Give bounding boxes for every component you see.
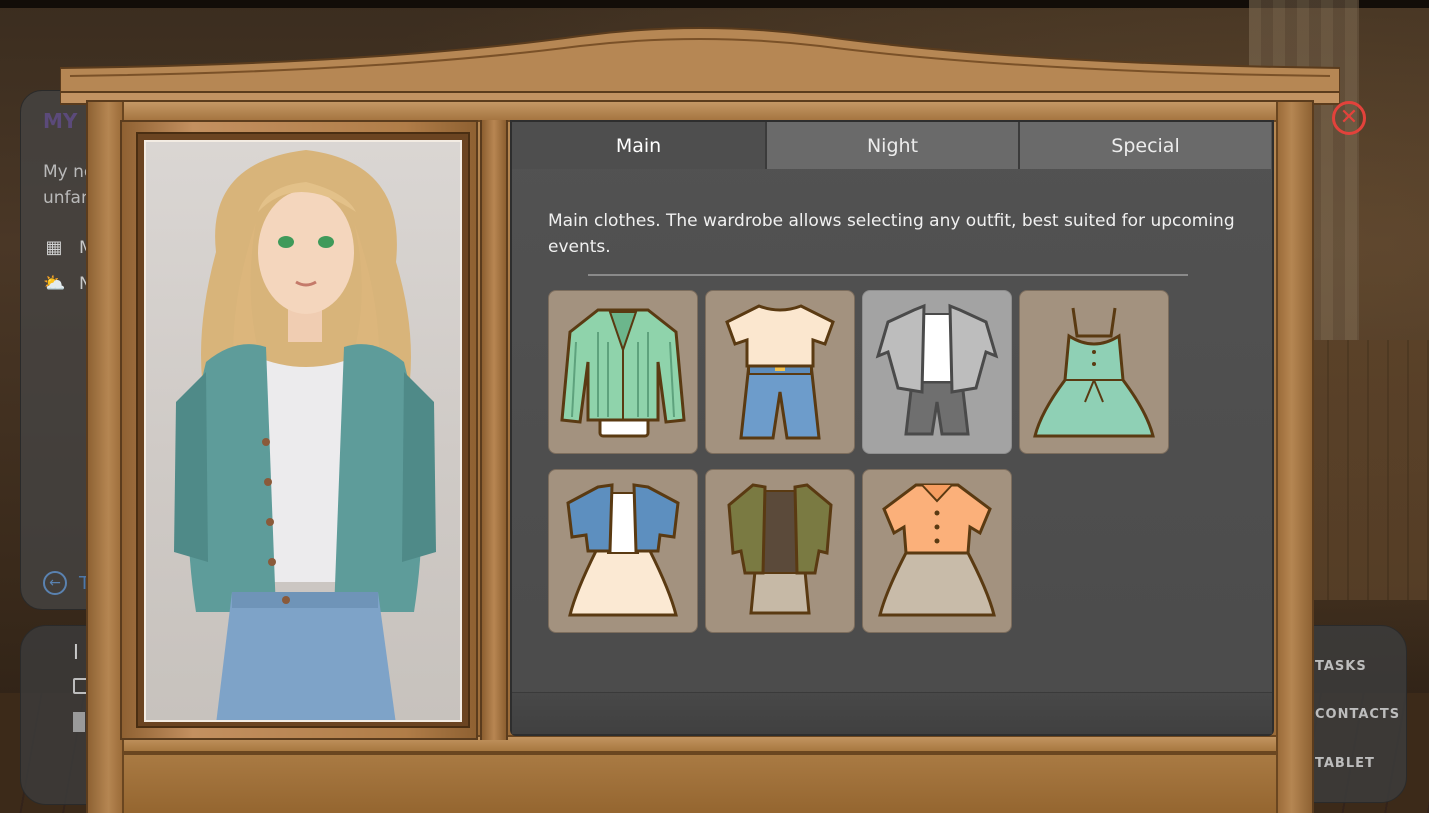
outfit-grid: [548, 290, 1169, 633]
tab-main[interactable]: Main: [512, 122, 765, 169]
wardrobe-drawer-front: [124, 752, 1276, 813]
bottom-left-label: I: [73, 640, 79, 664]
outfit-tile-5[interactable]: [548, 469, 698, 633]
outfit-tile-6[interactable]: [705, 469, 855, 633]
wardrobe-left-rail: [88, 102, 124, 813]
orange-blouse-skirt-outfit-icon: [878, 483, 996, 617]
bar-icon: [73, 712, 85, 732]
weather-sun-cloud-icon: ⛅: [43, 273, 66, 294]
green-striped-blazer-outfit-icon: [560, 308, 686, 438]
mint-sundress-outfit-icon: [1033, 307, 1155, 438]
tshirt-jeans-outfit-icon: [725, 304, 835, 440]
ceiling-beam: [0, 0, 1429, 8]
nav-tasks: TASKS: [1315, 659, 1367, 674]
outfit-tabs: Main Night Special: [512, 122, 1272, 169]
denim-jacket-skirt-outfit-icon: [566, 483, 680, 617]
tab-special[interactable]: Special: [1018, 122, 1271, 169]
olive-cardigan-skirt-outfit-icon: [727, 483, 833, 615]
gray-shirt-pants-outfit-icon: [875, 303, 999, 436]
character-mirror: [144, 140, 462, 722]
wardrobe-crown: [60, 27, 1340, 105]
wardrobe-top-bar: [124, 102, 1276, 122]
outfit-tile-4[interactable]: [1019, 290, 1169, 454]
character-portrait: [174, 150, 436, 720]
outfit-tile-3[interactable]: [862, 290, 1012, 454]
close-button[interactable]: ✕: [1332, 101, 1366, 135]
outfit-tile-2[interactable]: [705, 290, 855, 454]
tab-night[interactable]: Night: [765, 122, 1018, 169]
outfit-tile-1[interactable]: [548, 290, 698, 454]
wardrobe-description: Main clothes. The wardrobe allows select…: [548, 211, 1235, 257]
info-row-weather: ⛅ N: [43, 273, 92, 295]
back-link: ← T: [43, 571, 90, 595]
panel-bottom-shelf: [512, 692, 1272, 734]
wardrobe-panel: Main Night Special Main clothes. The war…: [510, 120, 1274, 736]
outfit-tile-7[interactable]: [862, 469, 1012, 633]
description-divider: [588, 274, 1188, 276]
wardrobe-right-rail: [1276, 102, 1312, 813]
arrow-left-circle-icon: ←: [43, 571, 67, 595]
wardrobe-center-divider: [480, 120, 508, 740]
calendar-icon: ▦: [45, 237, 63, 258]
wall-panel: [1309, 340, 1429, 600]
close-icon: ✕: [1339, 105, 1359, 130]
nav-tablet: TABLET: [1315, 756, 1375, 771]
nav-contacts: CONTACTS: [1315, 707, 1401, 722]
